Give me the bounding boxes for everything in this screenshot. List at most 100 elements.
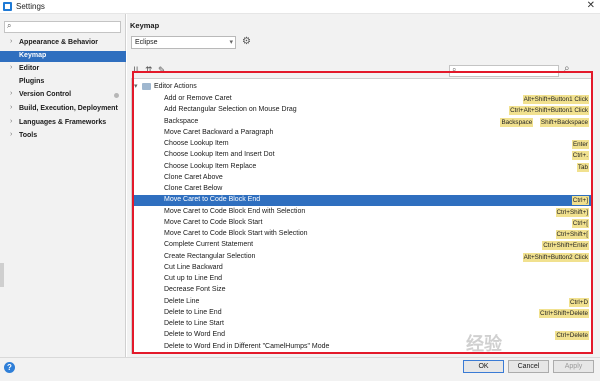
action-name: Complete Current Statement (164, 241, 254, 249)
sidebar-item[interactable]: › Tools (0, 131, 126, 142)
chevron-right-icon[interactable]: › (10, 90, 12, 97)
left-edge-scrollbar[interactable] (0, 263, 4, 287)
sidebar-item-label: Build, Execution, Deployment (19, 105, 118, 112)
shortcut-badge: Ctrl+] (571, 196, 589, 206)
folder-icon (142, 83, 151, 90)
tree-root-editor-actions[interactable]: ▾ Editor Actions (132, 82, 592, 93)
action-name: Choose Lookup Item (164, 140, 229, 147)
keymap-scheme-select[interactable]: Eclipse ▾ (131, 36, 236, 49)
shortcut-badge: Alt+Shift+Button1 Click (522, 95, 589, 104)
keymap-search-input[interactable]: ⌕ (449, 65, 559, 77)
shortcut-badge: Shift+Backspace (539, 117, 589, 127)
action-row[interactable]: Cut up to Line End (132, 274, 592, 285)
shortcut-badge: Ctrl+Alt+Shift+Button1 Click (509, 106, 589, 116)
sidebar-item[interactable]: › Version Control (0, 90, 126, 101)
sidebar-item[interactable]: › Languages & Frameworks (0, 118, 126, 129)
sidebar-item-label: Languages & Frameworks (19, 119, 107, 126)
action-row[interactable]: Move Caret to Code Block End with Select… (132, 207, 592, 218)
sidebar-item-label: Editor (19, 65, 40, 72)
action-name: Move Caret to Code Block Start (164, 218, 263, 226)
shortcut-badge: Ctrl+. (571, 151, 589, 161)
action-name: Delete to Line Start (164, 320, 224, 327)
action-row[interactable]: Choose Lookup Item Enter (132, 139, 592, 150)
sidebar-item-label: Plugins (19, 78, 45, 85)
action-name: Decrease Font Size (164, 286, 226, 294)
sidebar-item[interactable]: › Build, Execution, Deployment (0, 104, 126, 115)
dialog-footer: ? OK Cancel Apply (0, 357, 600, 381)
keymap-scheme-value: Eclipse (135, 39, 158, 46)
action-name: Move Caret Backward a Paragraph (164, 128, 274, 136)
action-row[interactable]: Complete Current Statement Ctrl+Shift+Ent… (132, 240, 592, 251)
action-row[interactable]: Move Caret to Code Block Start with Sele… (132, 229, 592, 240)
action-row[interactable]: Delete Line Ctrl+D (132, 297, 592, 308)
action-row[interactable]: Delete to Line Start (132, 319, 592, 330)
chevron-right-icon[interactable]: › (10, 131, 12, 138)
sidebar-item[interactable]: Keymap (0, 51, 126, 62)
collapse-all-icon[interactable]: ⇈ (145, 65, 153, 76)
action-name: Move Caret to Code Block Start with Sele… (164, 230, 308, 237)
action-row[interactable]: Delete to Line End Ctrl+Shift+Delete (132, 308, 592, 319)
action-name: Move Caret to Code Block End with Select… (164, 207, 306, 215)
search-icon: ⌕ (7, 21, 12, 30)
action-name: Choose Lookup Item and Insert Dot (164, 151, 275, 159)
page-title: Keymap (130, 21, 160, 30)
action-row[interactable]: Clone Caret Below (132, 184, 592, 195)
action-name: Cut up to Line End (164, 275, 222, 282)
search-icon: ⌕ (452, 65, 457, 74)
gear-icon[interactable]: ⚙ (242, 36, 251, 47)
shortcut-badge: Ctrl+Shift+[ (555, 230, 589, 239)
action-row[interactable]: Create Rectangular Selection Alt+Shift+Bu… (132, 252, 592, 263)
action-name: Delete to Line End (164, 308, 222, 316)
action-row[interactable]: Choose Lookup Item and Insert Dot Ctrl+. (132, 150, 592, 161)
action-row[interactable]: Decrease Font Size (132, 285, 592, 296)
sidebar-search-input[interactable]: ⌕ (4, 21, 121, 33)
action-name: Delete to Word End (164, 331, 225, 339)
edit-icon[interactable]: ✎ (158, 65, 166, 76)
action-row[interactable]: Cut Line Backward (132, 263, 592, 274)
help-icon[interactable]: ? (4, 362, 15, 373)
action-row[interactable]: Move Caret to Code Block End Ctrl+] (132, 195, 592, 207)
action-row[interactable]: Choose Lookup Item Replace Tab (132, 162, 592, 173)
chevron-right-icon[interactable]: › (10, 104, 12, 111)
action-name: Cut Line Backward (164, 263, 223, 271)
sidebar-item[interactable]: › Appearance & Behavior (0, 38, 126, 49)
close-icon[interactable]: ✕ (587, 0, 595, 11)
find-shortcut-icon[interactable]: ⌕ (564, 63, 570, 74)
settings-sidebar: ⌕ › Appearance & Behavior Keymap › Editor Plu… (0, 14, 126, 357)
chevron-right-icon[interactable]: › (10, 64, 12, 71)
shortcut-badge: Backspace (500, 117, 534, 127)
cancel-button[interactable]: Cancel (508, 360, 549, 373)
sidebar-item-label: Keymap (19, 52, 47, 59)
chevron-down-icon: ▾ (229, 39, 233, 46)
sidebar-item-label: Tools (19, 132, 38, 139)
app-icon (3, 2, 12, 11)
apply-button[interactable]: Apply (553, 360, 594, 373)
shortcut-badge: Ctrl+Delete (555, 331, 589, 341)
action-row[interactable]: Add Rectangular Selection on Mouse Drag C… (132, 105, 592, 116)
action-row[interactable]: Delete to Word End in Different "CamelHu… (132, 342, 592, 353)
shortcut-badge: Enter (571, 140, 589, 149)
action-row[interactable]: Clone Caret Above (132, 173, 592, 184)
action-row[interactable]: Backspace Shift+Backspace Backspace (132, 117, 592, 128)
action-row[interactable]: Move Caret Backward a Paragraph (132, 128, 592, 139)
expand-all-icon[interactable]: ⇊ (132, 65, 140, 76)
action-row[interactable]: Move Caret to Code Block Start Ctrl+[ (132, 218, 592, 229)
sidebar-item-label: Version Control (19, 91, 72, 98)
action-name: Move Caret to Code Block End (164, 196, 261, 204)
action-name: Clone Caret Above (164, 173, 223, 181)
chevron-right-icon[interactable]: › (10, 38, 12, 45)
sidebar-item[interactable]: Plugins (0, 77, 126, 88)
ok-button[interactable]: OK (463, 360, 504, 373)
action-name: Choose Lookup Item Replace (164, 162, 257, 170)
shortcut-badge: Alt+Shift+Button2 Click (522, 252, 589, 262)
action-row[interactable]: Add or Remove Caret Alt+Shift+Button1 Cli… (132, 94, 592, 105)
action-name: Add or Remove Caret (164, 95, 232, 102)
action-row[interactable]: Delete to Word End Ctrl+Delete (132, 330, 592, 341)
sidebar-item[interactable]: › Editor (0, 64, 126, 75)
chevron-right-icon[interactable]: › (10, 118, 12, 125)
actions-tree: ▾ Editor Actions Add or Remove Caret Alt+… (131, 78, 593, 354)
shortcut-badge: Ctrl+D (568, 297, 589, 307)
sidebar-item-label: Appearance & Behavior (19, 39, 98, 46)
action-name: Clone Caret Below (164, 185, 223, 192)
action-name: Create Rectangular Selection (164, 252, 256, 260)
